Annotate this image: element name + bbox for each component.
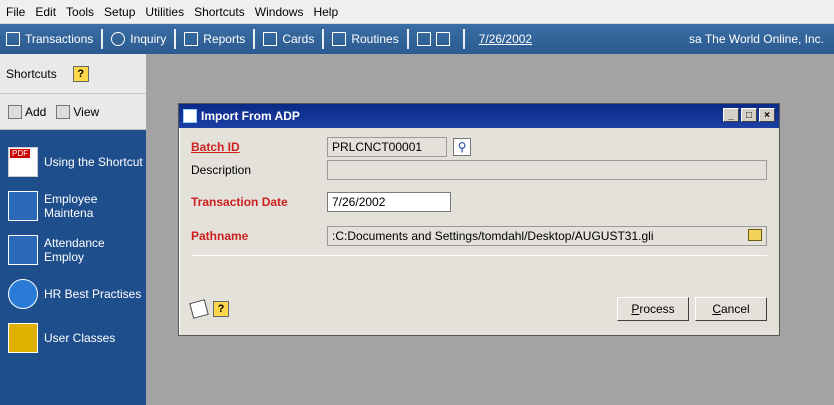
- lookup-icon[interactable]: ⚲: [453, 138, 471, 156]
- pathname-field[interactable]: :C:Documents and Settings/tomdahl/Deskto…: [327, 226, 767, 246]
- tools-buttons[interactable]: [416, 32, 455, 46]
- company-name: sa The World Online, Inc.: [689, 32, 824, 46]
- toolbar-divider: [322, 29, 325, 49]
- maximize-button[interactable]: □: [741, 108, 757, 122]
- shortcut-label: HR Best Practises: [44, 287, 142, 301]
- users-icon: [8, 323, 38, 353]
- transaction-date-row: Transaction Date 7/26/2002: [191, 191, 767, 213]
- toolbar-divider: [253, 29, 256, 49]
- menu-setup[interactable]: Setup: [104, 5, 135, 19]
- main-toolbar: Transactions Inquiry Reports Cards Routi…: [0, 24, 834, 54]
- shortcut-label: Attendance Employ: [44, 236, 105, 264]
- shortcuts-panel: Shortcuts ? Add View Using the Shortcut …: [0, 54, 146, 405]
- help-icon[interactable]: ?: [72, 65, 89, 82]
- cancel-label: ancel: [720, 302, 750, 316]
- shortcut-label: User Classes: [44, 331, 116, 345]
- shortcut-label: Using the Shortcut: [44, 155, 143, 169]
- menu-utilities[interactable]: Utilities: [145, 5, 184, 19]
- window-controls: _ □ ×: [723, 108, 775, 122]
- process-button[interactable]: Process: [617, 297, 689, 321]
- cancel-accelerator: C: [712, 302, 721, 316]
- cards-label: Cards: [282, 32, 315, 46]
- shortcut-using-the-shortcut[interactable]: Using the Shortcut: [0, 140, 146, 184]
- batch-id-field[interactable]: PRLCNCT00001: [327, 137, 447, 157]
- pathname-value: :C:Documents and Settings/tomdahl/Deskto…: [332, 229, 654, 243]
- transaction-date-field[interactable]: 7/26/2002: [327, 192, 451, 212]
- shortcut-attendance-employee[interactable]: Attendance Employ: [0, 228, 146, 272]
- reports-button[interactable]: Reports: [184, 32, 245, 46]
- view-icon: [56, 104, 71, 119]
- description-row: Description: [191, 159, 767, 181]
- calculator-icon: [435, 32, 450, 46]
- pathname-label: Pathname: [191, 229, 249, 243]
- wrench-icon: [416, 32, 431, 46]
- import-form: Batch ID PRLCNCT00001 ⚲ Description Tran…: [179, 128, 779, 256]
- reports-label: Reports: [203, 32, 246, 46]
- minimize-button[interactable]: _: [723, 108, 739, 122]
- cancel-button[interactable]: Cancel: [695, 297, 767, 321]
- menu-windows[interactable]: Windows: [255, 5, 304, 19]
- shortcut-hr-best-practises[interactable]: HR Best Practises: [0, 272, 146, 316]
- toolbar-divider: [462, 29, 465, 49]
- view-label: View: [73, 104, 100, 119]
- dialog-footer: ? Process Cancel: [179, 295, 779, 325]
- close-button[interactable]: ×: [759, 108, 775, 122]
- menu-bar: File Edit Tools Setup Utilities Shortcut…: [0, 0, 834, 24]
- transactions-button[interactable]: Transactions: [6, 32, 93, 46]
- user-date-link[interactable]: 7/26/2002: [479, 32, 532, 46]
- menu-shortcuts[interactable]: Shortcuts: [194, 5, 245, 19]
- cards-button[interactable]: Cards: [263, 32, 314, 46]
- batch-id-row: Batch ID PRLCNCT00001 ⚲: [191, 136, 767, 158]
- reports-icon: [184, 32, 199, 46]
- toolbar-divider: [174, 29, 177, 49]
- add-icon: [8, 104, 22, 119]
- window-icon: [183, 109, 197, 123]
- shortcut-label: Employee Maintena: [44, 192, 98, 220]
- transactions-icon: [6, 32, 20, 46]
- routines-button[interactable]: Routines: [332, 32, 399, 46]
- menu-help[interactable]: Help: [313, 5, 338, 19]
- cards-icon: [263, 32, 278, 46]
- shortcuts-header: Shortcuts ?: [0, 54, 146, 94]
- inquiry-label: Inquiry: [130, 32, 167, 46]
- transaction-date-label: Transaction Date: [191, 195, 288, 209]
- shortcut-employee-maintenance[interactable]: Employee Maintena: [0, 184, 146, 228]
- process-label: rocess: [639, 302, 675, 316]
- inquiry-button[interactable]: Inquiry: [111, 32, 166, 46]
- pathname-row: Pathname :C:Documents and Settings/tomda…: [191, 225, 767, 247]
- shortcuts-title: Shortcuts: [6, 66, 57, 81]
- dialog-title: Import From ADP: [201, 109, 300, 123]
- routines-icon: [332, 32, 347, 46]
- pdf-icon: [8, 147, 38, 177]
- routines-label: Routines: [351, 32, 399, 46]
- toolbar-divider: [406, 29, 409, 49]
- shortcut-list: Using the Shortcut Employee Maintena Att…: [0, 130, 146, 360]
- import-from-adp-dialog: Import From ADP _ □ × Batch ID PRLCNCT00…: [178, 103, 780, 336]
- help-icon[interactable]: ?: [213, 301, 229, 317]
- dialog-title-bar[interactable]: Import From ADP _ □ ×: [179, 104, 779, 128]
- menu-file[interactable]: File: [6, 5, 25, 19]
- window-icon: [8, 235, 38, 265]
- folder-icon[interactable]: [748, 229, 762, 241]
- window-icon: [8, 191, 38, 221]
- menu-edit[interactable]: Edit: [35, 5, 56, 19]
- process-accelerator: P: [631, 302, 640, 316]
- menu-tools[interactable]: Tools: [66, 5, 94, 19]
- shortcuts-toolbar: Add View: [0, 94, 146, 130]
- transactions-label: Transactions: [25, 32, 94, 46]
- shortcut-user-classes[interactable]: User Classes: [0, 316, 146, 360]
- batch-id-label[interactable]: Batch ID: [191, 140, 327, 154]
- dialog-divider: [191, 255, 767, 256]
- description-field[interactable]: [327, 160, 767, 180]
- add-shortcut-button[interactable]: Add: [8, 104, 47, 119]
- note-icon[interactable]: [189, 299, 209, 319]
- add-label: Add: [25, 104, 47, 119]
- toolbar-divider: [101, 29, 104, 49]
- view-shortcut-button[interactable]: View: [56, 104, 100, 119]
- magnifier-icon: [111, 32, 126, 46]
- ie-icon: [8, 279, 38, 309]
- description-label: Description: [191, 163, 252, 177]
